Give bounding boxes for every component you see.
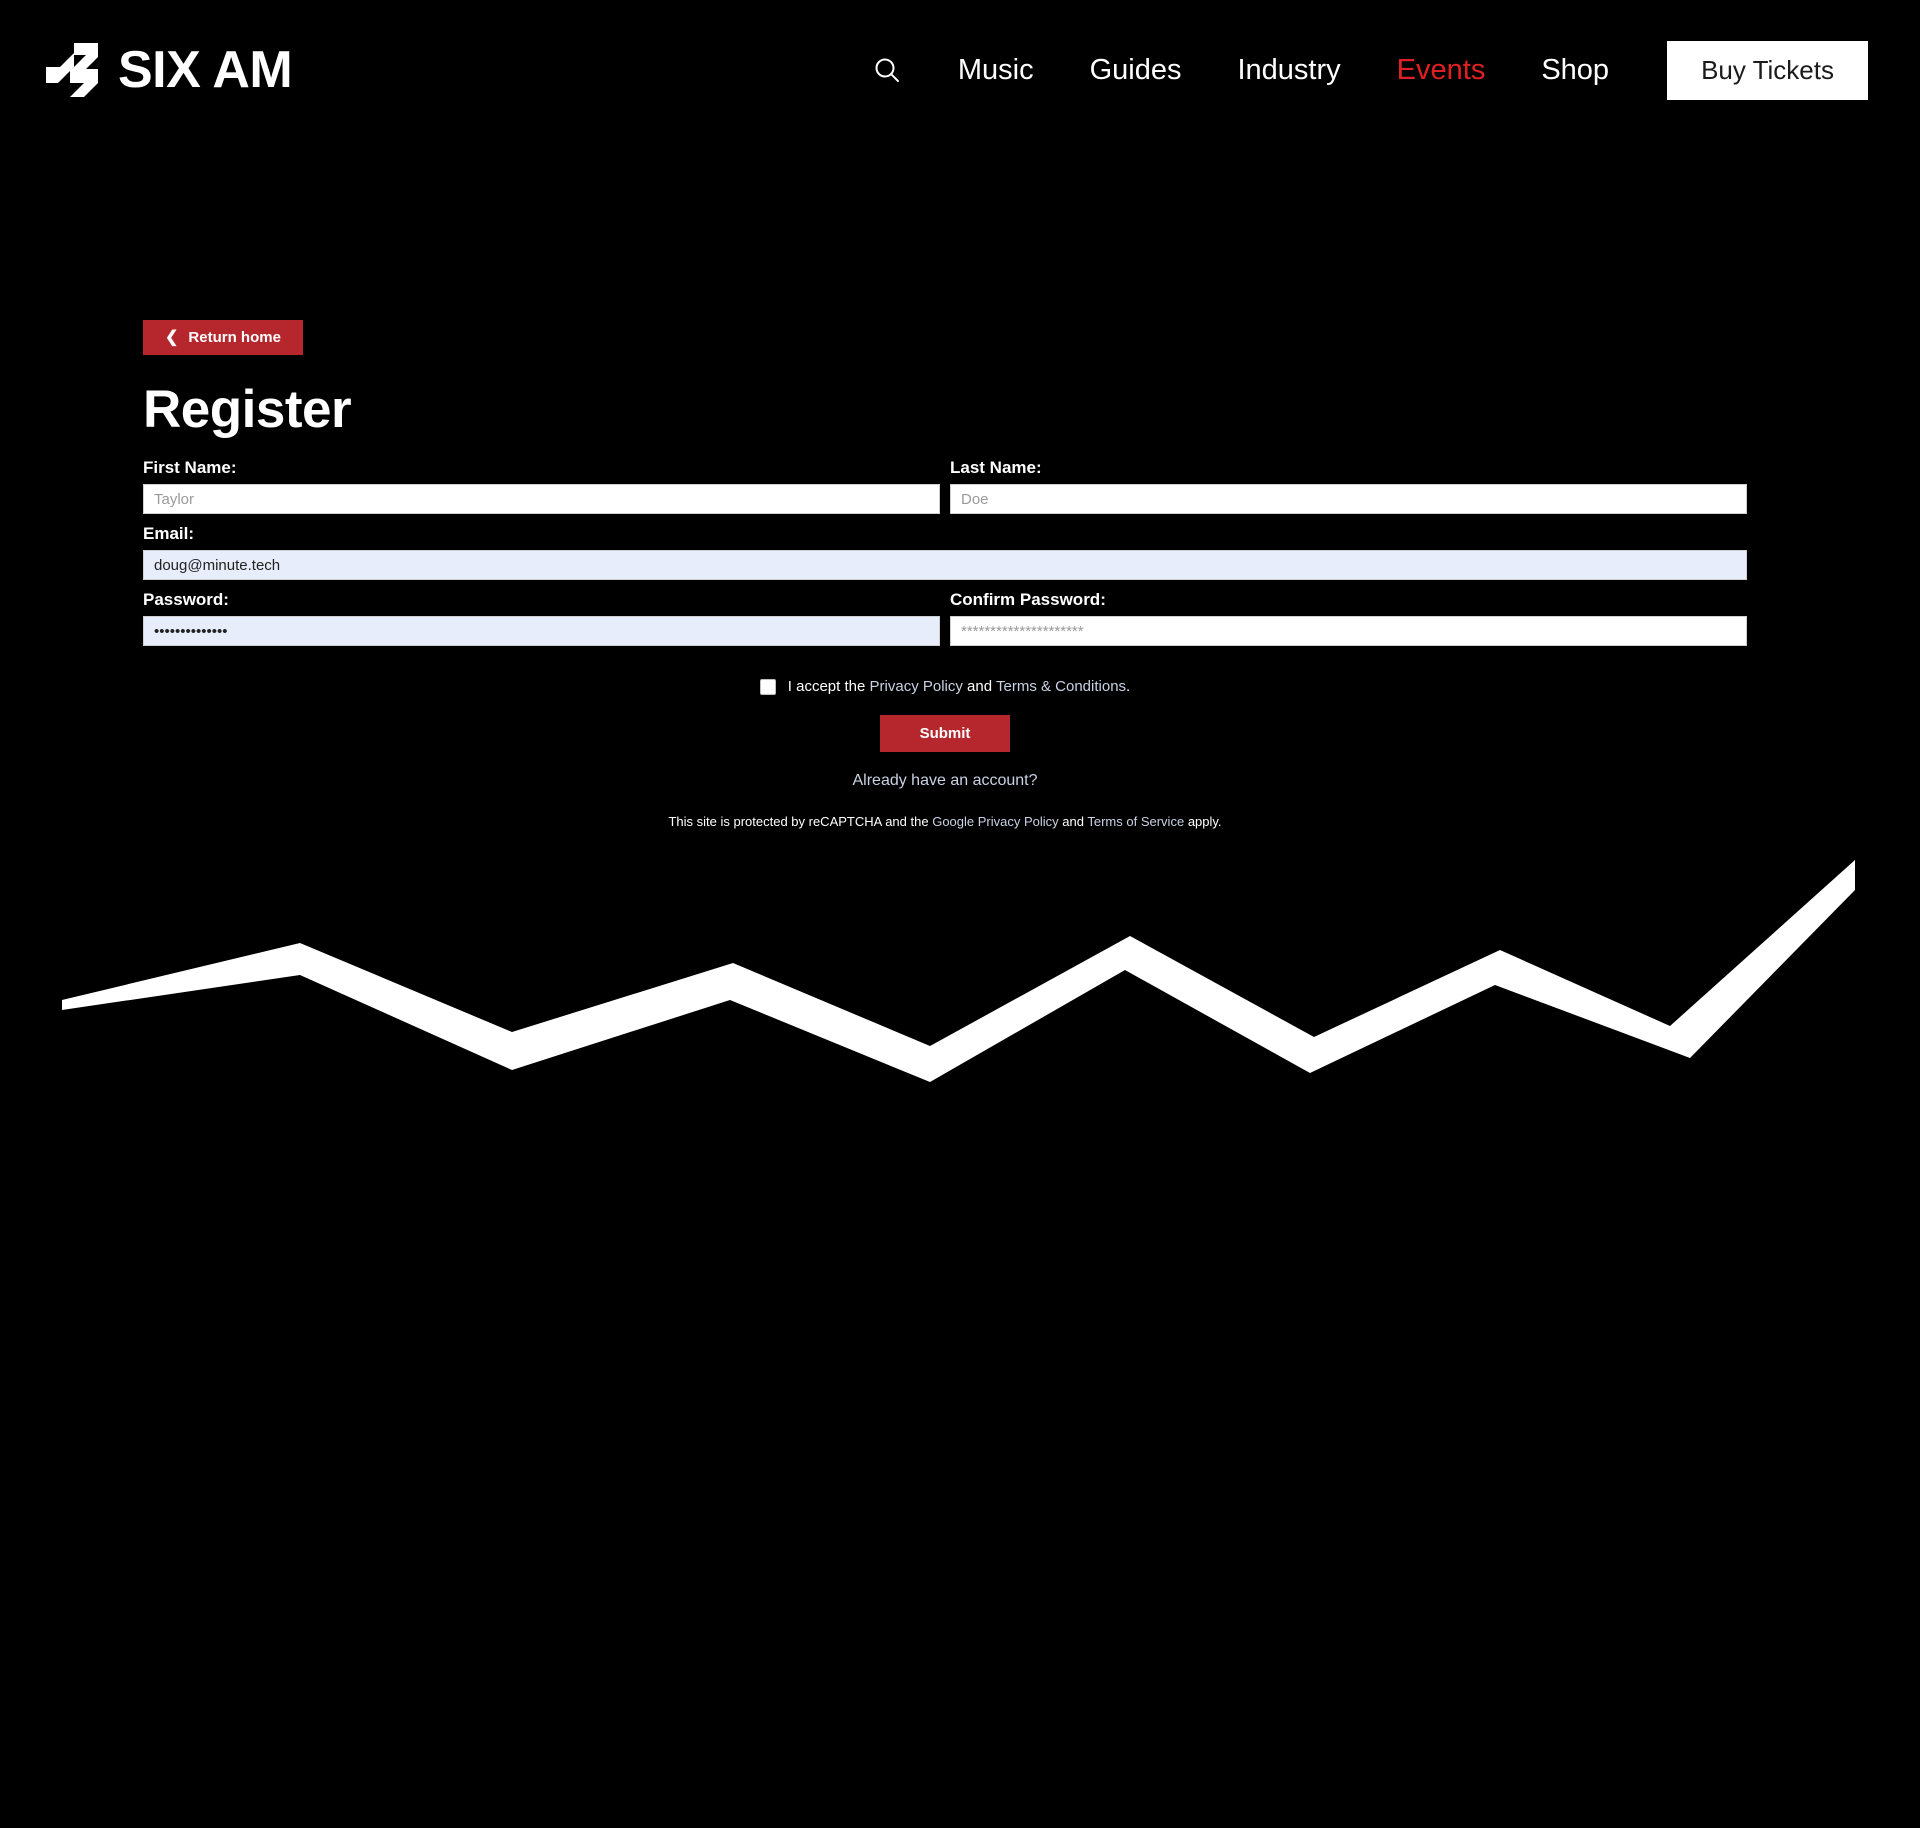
submit-row: Submit bbox=[143, 715, 1747, 752]
nav-item-guides[interactable]: Guides bbox=[1062, 54, 1210, 87]
lightning-zigzag-graphic bbox=[62, 860, 1855, 1082]
email-row: Email: bbox=[143, 524, 1747, 590]
nav-item-music[interactable]: Music bbox=[930, 54, 1062, 87]
terms-conditions-link[interactable]: Terms & Conditions bbox=[996, 678, 1126, 695]
consent-row: I accept the Privacy Policy and Terms & … bbox=[143, 678, 1747, 695]
first-name-field: First Name: bbox=[143, 458, 940, 514]
password-field: Password: bbox=[143, 590, 940, 646]
first-name-label: First Name: bbox=[143, 458, 237, 477]
submit-button[interactable]: Submit bbox=[879, 715, 1011, 752]
email-input[interactable] bbox=[143, 550, 1747, 580]
first-name-input[interactable] bbox=[143, 484, 940, 514]
buy-tickets-button[interactable]: Buy Tickets bbox=[1667, 40, 1868, 100]
confirm-password-field: Confirm Password: bbox=[950, 590, 1747, 646]
confirm-password-input[interactable] bbox=[950, 616, 1747, 646]
sixam-s-logo-icon bbox=[46, 43, 98, 97]
brand-logo-link[interactable]: SIX AM bbox=[44, 41, 293, 99]
consent-text-before: I accept the bbox=[787, 678, 866, 695]
main-nav: Music Guides Industry Events Shop Buy Ti… bbox=[870, 40, 1868, 100]
consent-text: I accept the Privacy Policy and Terms & … bbox=[788, 678, 1130, 695]
chevron-left-icon: ❮ bbox=[165, 328, 179, 346]
name-row: First Name: Last Name: bbox=[143, 458, 1747, 524]
return-home-button[interactable]: ❮ Return home bbox=[143, 320, 303, 355]
google-terms-of-service-link[interactable]: Terms of Service bbox=[1087, 814, 1184, 829]
email-field: Email: bbox=[143, 524, 1747, 580]
nav-item-events[interactable]: Events bbox=[1369, 54, 1514, 87]
privacy-policy-link[interactable]: Privacy Policy bbox=[870, 678, 963, 695]
nav-item-industry[interactable]: Industry bbox=[1209, 54, 1368, 87]
recaptcha-text-after: apply. bbox=[1187, 814, 1222, 829]
site-header: SIX AM Music Guides Industry Events Shop… bbox=[0, 0, 1920, 140]
recaptcha-text-middle: and bbox=[1062, 814, 1084, 829]
password-row: Password: Confirm Password: bbox=[143, 590, 1747, 656]
password-input[interactable] bbox=[143, 616, 940, 646]
last-name-field: Last Name: bbox=[950, 458, 1747, 514]
recaptcha-notice: This site is protected by reCAPTCHA and … bbox=[143, 814, 1747, 829]
confirm-password-label: Confirm Password: bbox=[950, 590, 1106, 609]
consent-text-after: . bbox=[1126, 678, 1131, 695]
nav-item-shop[interactable]: Shop bbox=[1513, 54, 1637, 87]
google-privacy-policy-link[interactable]: Google Privacy Policy bbox=[932, 814, 1058, 829]
password-label: Password: bbox=[143, 590, 229, 609]
recaptcha-text-before: This site is protected by reCAPTCHA and … bbox=[668, 814, 929, 829]
accept-terms-checkbox[interactable] bbox=[759, 678, 776, 695]
register-form: First Name: Last Name: Email: Password: … bbox=[143, 458, 1747, 829]
email-label: Email: bbox=[143, 524, 195, 543]
already-have-account-link[interactable]: Already have an account? bbox=[143, 772, 1747, 790]
page-title: Register bbox=[143, 380, 352, 439]
return-home-label: Return home bbox=[188, 329, 281, 346]
register-page: ❮ Return home Register First Name: Last … bbox=[143, 320, 1747, 829]
consent-text-middle: and bbox=[967, 678, 993, 695]
brand-name: SIX AM bbox=[118, 41, 293, 99]
last-name-input[interactable] bbox=[950, 484, 1747, 514]
last-name-label: Last Name: bbox=[950, 458, 1042, 477]
search-icon[interactable] bbox=[870, 53, 904, 87]
